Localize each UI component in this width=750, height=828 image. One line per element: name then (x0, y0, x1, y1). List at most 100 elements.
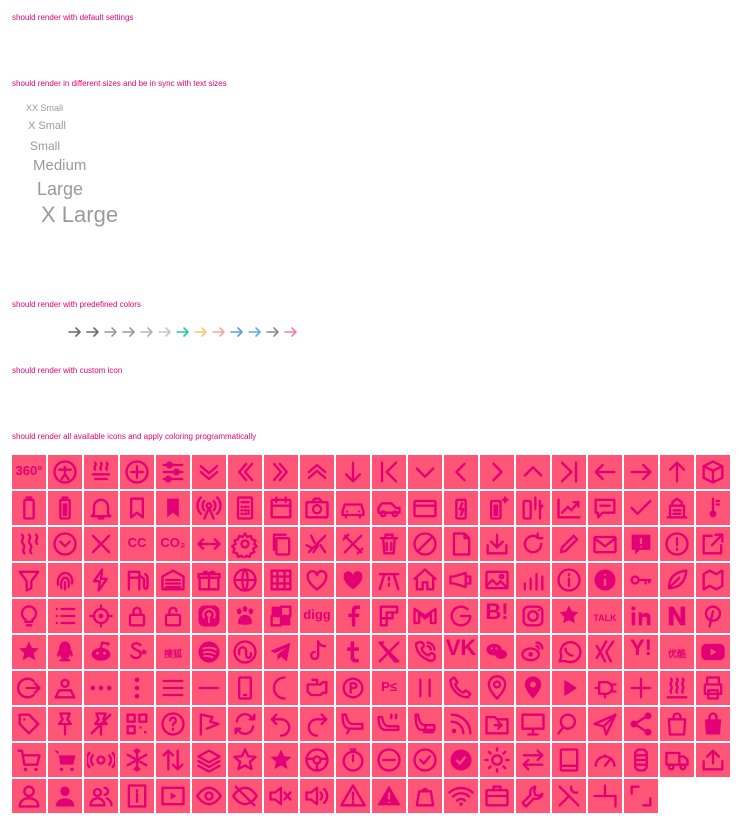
more-vertical-icon (120, 671, 154, 705)
vk-glyph: VK (445, 635, 477, 660)
icon-row (12, 491, 732, 525)
qzone-icon (12, 635, 46, 669)
battery-plus-icon (480, 491, 514, 525)
globe-icon (228, 563, 262, 597)
highway-icon (372, 563, 406, 597)
sensor-icon (84, 743, 118, 777)
timer-icon (336, 743, 370, 777)
star-filled-icon (264, 743, 298, 777)
arrow-right-icon (193, 324, 209, 340)
arrow-right-icon (211, 324, 227, 340)
person-outline-icon (48, 671, 82, 705)
icon-row: P≤ (12, 671, 732, 705)
bag-filled-icon (696, 707, 730, 741)
lightbulb-icon (12, 599, 46, 633)
arrow-right-icon (175, 324, 191, 340)
x-icon (372, 635, 406, 669)
undo-icon (264, 707, 298, 741)
minus-icon (192, 671, 226, 705)
car-icon (336, 491, 370, 525)
snow-icon (120, 743, 154, 777)
digg-icon: digg (300, 599, 334, 633)
vk-icon: VK (444, 635, 478, 669)
viber-icon (408, 635, 442, 669)
unpin-icon (84, 707, 118, 741)
video-icon (156, 779, 190, 813)
icon-row (12, 743, 732, 777)
send-icon (588, 707, 622, 741)
check-circle-icon (408, 743, 442, 777)
calculator-icon (228, 491, 262, 525)
arrows-horizontal-icon (192, 527, 226, 561)
car-seat-heat-icon (372, 707, 406, 741)
tools-icon (336, 527, 370, 561)
arrow-right-icon (157, 324, 173, 340)
phone-device-icon (228, 671, 262, 705)
filter-icon (12, 563, 46, 597)
sync-icon (228, 707, 262, 741)
arrow-first-icon (372, 455, 406, 489)
icon-row (12, 563, 732, 597)
broadcast-icon (192, 491, 226, 525)
icon-row: 搜狐 VK Y! 优酷 (12, 635, 732, 669)
arrow-right-icon (67, 324, 83, 340)
speedometer-icon (588, 743, 622, 777)
list-icon (48, 599, 82, 633)
document-icon (444, 527, 478, 561)
seat-icon (408, 707, 442, 741)
car-seat-icon (336, 707, 370, 741)
id-icon (120, 779, 154, 813)
parking-ev-glyph: P≤ (381, 679, 397, 694)
cut-icon (300, 527, 334, 561)
newsgator-icon (660, 599, 694, 633)
size-label-medium: Medium (33, 157, 87, 174)
monitor-icon (516, 707, 550, 741)
gift-icon (192, 563, 226, 597)
sohu-icon: 搜狐 (156, 635, 190, 669)
car-side-icon (372, 491, 406, 525)
reddit-icon (84, 635, 118, 669)
info-icon (552, 563, 586, 597)
heading-all-icons: should render all available icons and ap… (12, 432, 257, 441)
tumblr-icon (336, 635, 370, 669)
key-icon (624, 563, 658, 597)
grid-icon (264, 563, 298, 597)
parking-icon (336, 671, 370, 705)
image-icon (480, 563, 514, 597)
cart-filled-icon (48, 743, 82, 777)
remove-circle-icon (372, 743, 406, 777)
bell-icon (84, 491, 118, 525)
youtube-icon (696, 635, 730, 669)
car-engine-icon (300, 671, 334, 705)
users-icon (84, 779, 118, 813)
warning-icon (336, 779, 370, 813)
check-icon (624, 491, 658, 525)
icon-row: digg B! TALK (12, 599, 732, 633)
whatsapp-icon (552, 635, 586, 669)
unlock-icon (156, 599, 190, 633)
alert-bubble-icon (624, 527, 658, 561)
wechat-icon (480, 635, 514, 669)
download-icon (480, 527, 514, 561)
youku-glyph: 优酷 (667, 649, 686, 659)
play-icon (552, 671, 586, 705)
eye-icon (192, 779, 226, 813)
hatena-icon: B! (480, 599, 514, 633)
sun-icon (480, 743, 514, 777)
size-label-x-large: X Large (41, 202, 119, 227)
external-link-icon (696, 527, 730, 561)
heading-predefined-colors: should render with predefined colors (12, 300, 141, 309)
castle-icon (660, 491, 694, 525)
cart-icon (12, 743, 46, 777)
size-label-large: Large (37, 179, 84, 199)
accessibility-icon (48, 455, 82, 489)
pause-icon (408, 671, 442, 705)
lock-icon (120, 599, 154, 633)
chat-icon (588, 491, 622, 525)
arrow-right-icon (283, 324, 299, 340)
instagram-icon (516, 599, 550, 633)
delete-icon (372, 527, 406, 561)
co2-icon: CO₂ (156, 527, 190, 561)
crop-corner-icon (588, 779, 622, 813)
battery-full-icon (48, 491, 82, 525)
